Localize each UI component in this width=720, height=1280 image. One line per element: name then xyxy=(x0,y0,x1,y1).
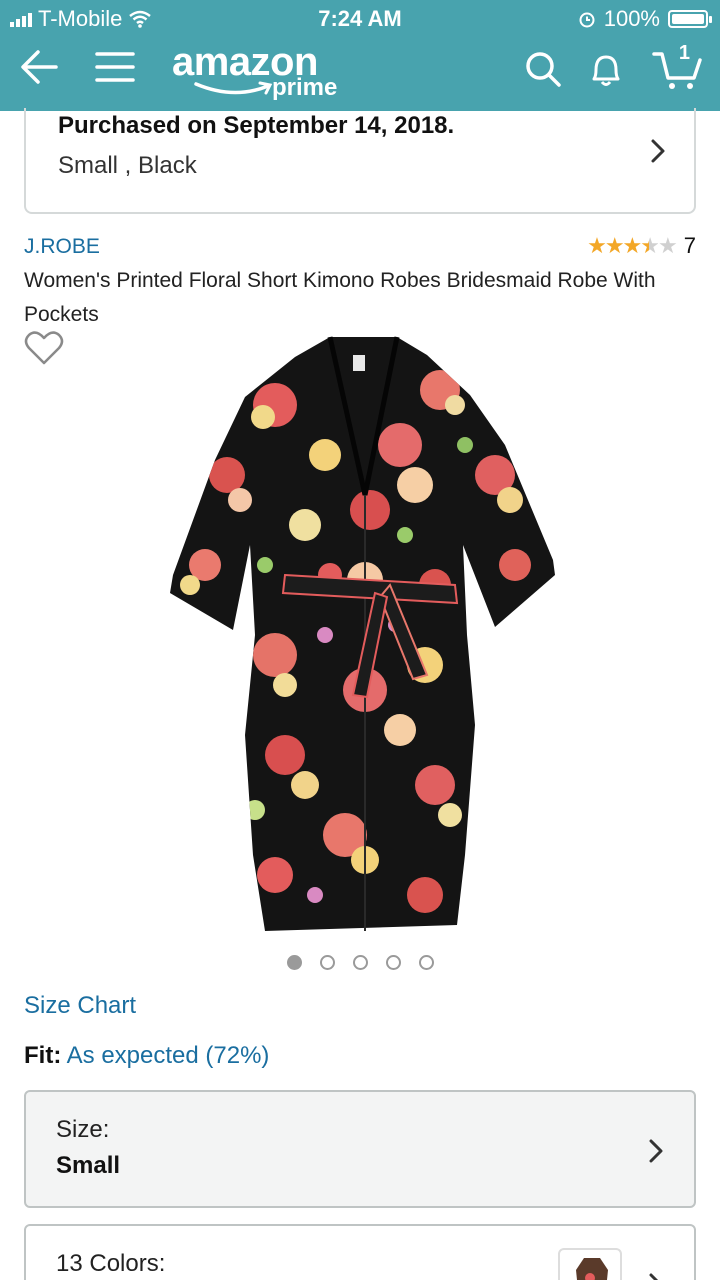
pagination-dot[interactable] xyxy=(352,955,368,970)
pagination-dot[interactable] xyxy=(418,955,434,970)
heart-icon[interactable] xyxy=(24,330,64,366)
size-chart-link[interactable]: Size Chart xyxy=(24,992,136,1020)
amazon-prime-logo[interactable]: amazon prime xyxy=(172,40,337,101)
star-1: ★ xyxy=(587,233,607,258)
star-5: ★ xyxy=(658,233,678,258)
menu-icon[interactable] xyxy=(94,46,136,88)
rating-summary[interactable]: ★★★★★ 7 xyxy=(587,233,696,259)
star-2: ★ xyxy=(604,233,625,258)
color-selector[interactable]: 13 Colors: xyxy=(24,1224,696,1280)
product-title: Women's Printed Floral Short Kimono Robe… xyxy=(24,269,656,326)
purchase-info-card[interactable]: Purchased on September 14, 2018. Small ,… xyxy=(24,108,696,214)
colors-label: 13 Colors: xyxy=(56,1250,166,1277)
chevron-right-icon xyxy=(649,1139,663,1163)
rating-count: 7 xyxy=(683,233,696,258)
fit-value-link[interactable]: As expected (72%) xyxy=(67,1042,270,1069)
back-arrow-icon[interactable] xyxy=(18,46,60,88)
search-icon[interactable] xyxy=(524,50,562,88)
logo-prime: prime xyxy=(272,74,338,101)
star-4: ★ xyxy=(640,233,660,258)
logo-smile-icon xyxy=(194,81,273,95)
pagination-dot[interactable] xyxy=(385,955,401,970)
size-value: Small xyxy=(56,1152,121,1179)
purchase-date: Purchased on September 14, 2018. xyxy=(58,112,455,139)
color-thumbnail xyxy=(558,1248,622,1280)
brand-link[interactable]: J.ROBE xyxy=(24,235,100,259)
purchase-variant: Small , Black xyxy=(58,152,197,179)
battery-icon xyxy=(668,10,712,28)
pagination-dot[interactable] xyxy=(286,955,302,970)
star-3: ★ xyxy=(622,233,643,258)
chevron-right-icon xyxy=(649,1273,659,1280)
status-bar: T-Mobile 7:24 AM 100% xyxy=(0,0,720,36)
image-pagination[interactable] xyxy=(0,955,720,970)
app-header: T-Mobile 7:24 AM 100% amazon prime 1 xyxy=(0,0,720,111)
fit-label: Fit: xyxy=(24,1042,62,1069)
battery-percent: 100% xyxy=(603,6,660,31)
status-right: 100% xyxy=(578,6,712,32)
chevron-right-icon xyxy=(651,139,665,163)
size-label: Size: xyxy=(56,1116,110,1143)
nav-bar: amazon prime 1 xyxy=(0,38,720,108)
fit-info: Fit: As expected (72%) xyxy=(24,1042,269,1070)
star-rating-icon: ★★★★★ xyxy=(587,233,678,259)
size-selector[interactable]: Size: Small xyxy=(24,1090,696,1208)
product-image[interactable] xyxy=(165,335,557,935)
cart-count-badge: 1 xyxy=(678,42,690,64)
pagination-dot[interactable] xyxy=(319,955,335,970)
alarm-icon xyxy=(579,12,595,28)
bell-icon[interactable] xyxy=(588,50,624,88)
